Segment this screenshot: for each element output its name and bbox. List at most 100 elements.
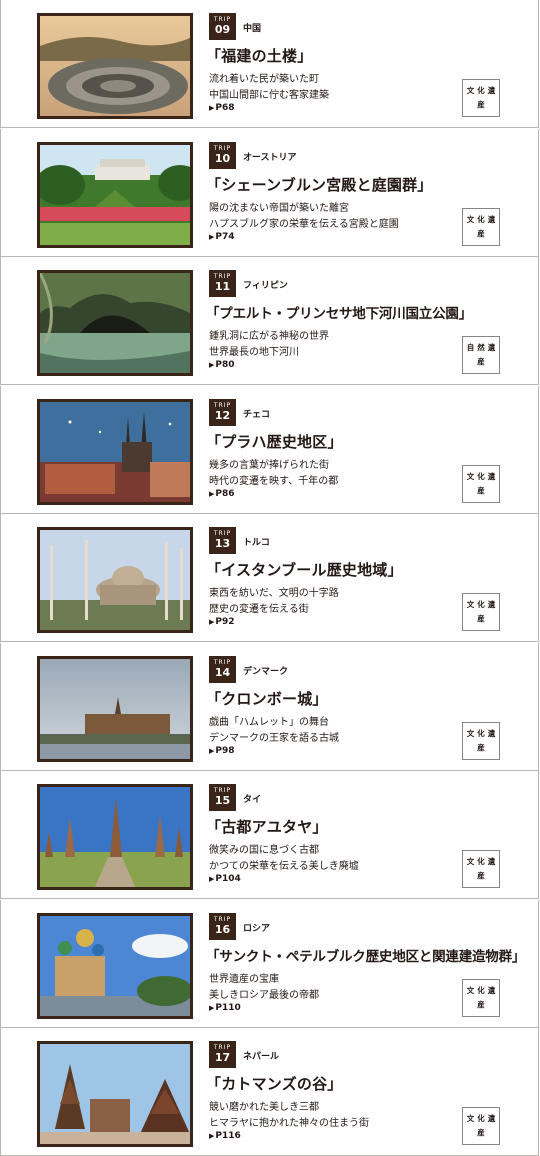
heritage-trip-list: TRIP 09 中国 「福建の土楼」 流れ着いた民が築いた町 中国山間部に佇む客家建築 ▶P… [0,0,540,1156]
tulou-photo[interactable] [37,13,193,119]
trip-entry[interactable]: TRIP 15 タイ 「古都アユタヤ」 微笑みの国に息づく古都 かつての栄華を伝える美しき… [0,771,539,899]
heritage-title: 「プラハ歴史地区」 [206,432,343,451]
trip-entry[interactable]: TRIP 10 オーストリア 「シェーンブルン宮殿と庭園群」 陽の沈まない帝国が築いた離… [0,128,539,257]
trip-entry[interactable]: TRIP 16 ロシア「サンクト・ペテルブルク歴史地区と関連建造物群」世界遺産の宝庫… [0,899,539,1028]
description-line-2: 歴史の変遷を伝える街 [209,604,309,615]
trip-number-badge: TRIP 17 [209,1041,236,1068]
page-number: P110 [215,1002,241,1013]
triangle-arrow-icon: ▶ [209,1003,215,1012]
triangle-arrow-icon: ▶ [209,875,215,883]
country-name: オーストリア [243,152,297,163]
heritage-title: 「クロンボー城」 [206,689,328,708]
trip-number-badge: TRIP 15 [209,784,236,811]
description-line-1: 世界遺産の宝庫 [209,973,279,985]
page-reference-link[interactable]: ▶P92 [209,617,235,627]
heritage-title: 「福建の土楼」 [206,47,313,65]
trip-number-badge: TRIP 12 [209,398,236,426]
trip-number: 10 [214,151,231,165]
trip-number: 16 [214,922,231,936]
page-number: P74 [215,231,235,242]
trip-number-badge: TRIP 09 [209,13,236,40]
description-line-2: ヒマラヤに抱かれた神々の住まう街 [209,1118,369,1129]
heritage-title: 「シェーンブルン宮殿と庭園群」 [206,175,433,194]
description-line-1: 微笑みの国に息づく古都 [209,845,319,856]
page-number: P92 [215,617,235,627]
heritage-title: 「サンクト・ペテルブルク歴史地区と関連建造物群」 [206,948,526,965]
trip-number: 12 [214,408,231,422]
heritage-category-badge: 文化遺産 [462,721,500,760]
country-name: チェコ [243,409,271,420]
heritage-title: 「プエルト・プリンセサ地下河川国立公園」 [206,306,472,322]
description-line-1: 戯曲「ハムレット」の舞台 [209,716,329,728]
trip-number: 09 [214,23,231,36]
page-reference-link[interactable]: ▶P74 [209,232,235,242]
trip-entry[interactable]: TRIP 09 中国「福建の土楼」流れ着いた民が築いた町 中国山間部に佇む客家建築 ▶P… [0,0,539,128]
description-line-1: 鍾乳洞に広がる神秘の世界 [209,331,329,342]
page-reference-link[interactable]: ▶P98 [209,746,235,756]
heritage-title: 「カトマンズの谷」 [206,1075,343,1093]
triangle-arrow-icon: ▶ [209,489,215,498]
country-name: 中国 [243,24,262,34]
description-line-1: 幾多の言葉が捧げられた街 [209,459,329,471]
page-number: P98 [215,745,235,756]
trip-entry[interactable]: TRIP 17 ネパール「カトマンズの谷」競い磨かれた美しき三都ヒマラヤに抱かれた神… [0,1028,539,1156]
trip-number-badge: TRIP 11 [209,270,236,297]
country-name: ロシア [243,923,271,934]
description-line-2: 時代の変遷を映す、千年の都 [209,475,339,487]
triangle-arrow-icon: ▶ [209,361,215,369]
trip-number-badge: TRIP 13 [209,527,236,554]
country-name: デンマーク [243,666,289,677]
page-reference-link[interactable]: ▶P68 [209,103,235,113]
heritage-category-badge: 文化遺産 [462,207,500,246]
description-line-2: 美しきロシア最後の帝都 [209,989,319,1001]
page-reference-link[interactable]: ▶P110 [209,1003,241,1013]
triangle-arrow-icon: ▶ [209,1132,215,1140]
description-line-1: 陽の沈まない帝国が築いた離宮 [209,202,349,214]
prague-photo[interactable] [37,398,193,505]
page-reference-link[interactable]: ▶P116 [209,1131,241,1141]
palace-garden-photo[interactable] [37,141,193,248]
description-line-2: デンマークの王家を語る古城 [209,732,339,744]
kronborg-photo[interactable] [37,655,193,762]
page-number: P116 [215,1131,241,1141]
trip-number-badge: TRIP 16 [209,912,236,940]
trip-number: 17 [214,1051,231,1064]
page-number: P86 [215,488,235,499]
heritage-category-badge: 文化遺産 [462,978,500,1017]
country-name: フィリピン [243,281,288,291]
trip-entry[interactable]: TRIP 13 トルコ 「イスタンブール歴史地域」 東西を紡いだ、文明の十字路 歴史の変遷… [0,514,539,642]
heritage-title: 「イスタンブール歴史地域」 [206,561,403,579]
trip-number: 11 [214,280,231,293]
trip-entry[interactable]: TRIP 11 フィリピン「プエルト・プリンセサ地下河川国立公園」鍾乳洞に広がる神秘… [0,257,539,385]
triangle-arrow-icon: ▶ [209,104,215,112]
trip-entry[interactable]: TRIP 12 チェコ「プラハ歴史地区」幾多の言葉が捧げられた街 時代の変遷を映す、千… [0,385,539,514]
page-reference-link[interactable]: ▶P86 [209,489,235,499]
page-number: P68 [215,103,235,113]
heritage-category-badge: 文化遺産 [462,593,500,631]
page-number: P104 [215,874,241,884]
description-line-1: 流れ着いた民が築いた町 [209,74,319,85]
ayutthaya-photo[interactable] [37,784,193,890]
heritage-category-badge: 文化遺産 [462,464,500,503]
page-reference-link[interactable]: ▶P80 [209,360,235,370]
st-petersburg-photo[interactable] [37,912,193,1019]
trip-entry[interactable]: TRIP 14 デンマーク「クロンボー城」戯曲「ハムレット」の舞台 デンマークの王家を… [0,642,539,771]
country-name: ネパール [243,1052,280,1062]
description-line-2: 世界最長の地下河川 [209,347,299,358]
trip-number-badge: TRIP 14 [209,655,236,683]
description-line-2: ハプスブルグ家の栄華を伝える宮殿と庭園 [209,218,399,230]
kathmandu-photo[interactable] [37,1041,193,1147]
description-line-2: かつての栄華を伝える美しき廃墟 [209,861,359,872]
underground-river-photo[interactable] [37,270,193,376]
triangle-arrow-icon: ▶ [209,746,215,755]
page-reference-link[interactable]: ▶P104 [209,874,241,884]
description-line-2: 中国山間部に佇む客家建築 [209,90,329,101]
istanbul-photo[interactable] [37,527,193,633]
description-line-1: 競い磨かれた美しき三都 [209,1102,319,1113]
trip-number: 14 [214,665,231,679]
heritage-category-badge: 文化遺産 [462,79,500,117]
heritage-title: 「古都アユタヤ」 [206,818,328,836]
trip-number: 15 [214,794,231,807]
trip-number: 13 [214,537,231,550]
heritage-category-badge: 自然遺産 [462,336,500,374]
